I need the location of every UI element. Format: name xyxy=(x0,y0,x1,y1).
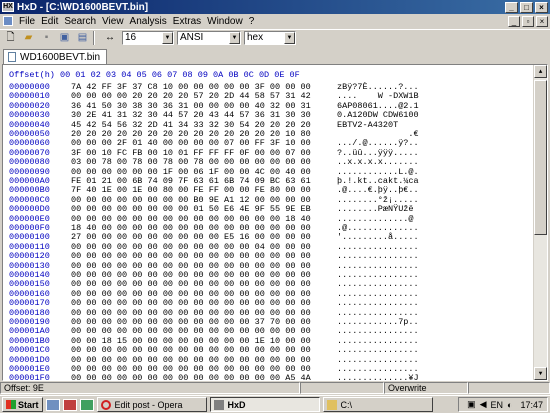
offset-base-value: hex xyxy=(247,32,264,43)
tray-icon[interactable]: ◐ xyxy=(507,400,512,410)
toolbar: 🗋 ▰ ▪ ▣ ▤ ↔ 16 ▼ ANSI ▼ hex ▼ xyxy=(0,29,550,46)
ram-icon[interactable]: ▤ xyxy=(75,31,90,45)
menu-bar: File Edit Search View Analysis Extras Wi… xyxy=(0,14,550,28)
new-file-icon[interactable]: 🗋 xyxy=(3,31,18,45)
scroll-down-icon[interactable]: ▼ xyxy=(534,367,547,380)
row-offset: 000001F0 xyxy=(9,373,50,381)
mdi-controls: _ ▫ × xyxy=(508,15,550,27)
hxd-window: HX HxD - [C:\WD1600BEVT.bin] _ □ × File … xyxy=(0,0,550,395)
document-icon[interactable] xyxy=(3,16,13,26)
system-tray: ▣ ◀ EN ◐ 17:47 xyxy=(458,397,548,412)
menu-edit[interactable]: Edit xyxy=(38,16,61,27)
chevron-down-icon[interactable]: ▼ xyxy=(162,32,173,44)
offset-base-select[interactable]: hex ▼ xyxy=(244,31,296,45)
hex-column-header: Offset(h) 00 01 02 03 04 05 06 07 08 09 … xyxy=(9,70,300,80)
save-icon[interactable]: ▪ xyxy=(39,31,54,45)
file-icon xyxy=(8,52,16,62)
taskbar: Start Edit post - Opera HxD C:\ ▣ ◀ EN ◐… xyxy=(0,395,550,413)
task-label: C:\ xyxy=(340,399,353,410)
chevron-down-icon[interactable]: ▼ xyxy=(229,32,240,44)
windows-flag-icon xyxy=(6,400,16,409)
menu-window[interactable]: Window xyxy=(204,16,246,27)
menu-help[interactable]: ? xyxy=(246,16,258,27)
maximize-button[interactable]: □ xyxy=(520,1,533,13)
close-button[interactable]: × xyxy=(535,1,548,13)
tab-label: WD1600BEVT.bin xyxy=(20,51,101,63)
quicklaunch-icon[interactable] xyxy=(45,398,60,411)
task-label: HxD xyxy=(227,399,246,410)
status-extra xyxy=(468,382,550,394)
save-all-icon[interactable]: ▣ xyxy=(57,31,72,45)
row-ascii-text[interactable]: ..............¥J xyxy=(337,373,419,380)
chevron-down-icon[interactable]: ▼ xyxy=(284,32,295,44)
hex-row[interactable]: 000001F0 00 00 00 00 00 00 00 00 00 00 00… xyxy=(9,373,419,381)
menu-view[interactable]: View xyxy=(99,16,127,27)
task-explorer[interactable]: C:\ xyxy=(322,397,433,412)
mdi-minimize-button[interactable]: _ xyxy=(508,15,520,27)
scroll-up-icon[interactable]: ▲ xyxy=(534,65,547,78)
columns-select[interactable]: 16 ▼ xyxy=(122,31,174,45)
language-indicator[interactable]: EN xyxy=(491,400,504,410)
clock: 17:47 xyxy=(520,399,543,410)
window-title: HxD - [C:\WD1600BEVT.bin] xyxy=(17,1,149,13)
charset-select[interactable]: ANSI ▼ xyxy=(177,31,241,45)
tab-bar: WD1600BEVT.bin xyxy=(0,48,550,64)
toolbar-separator xyxy=(93,31,95,45)
mdi-close-button[interactable]: × xyxy=(536,15,548,27)
quicklaunch-icon[interactable] xyxy=(62,398,77,411)
hxd-icon xyxy=(213,399,224,410)
menu-search[interactable]: Search xyxy=(61,16,99,27)
status-empty xyxy=(300,382,384,394)
task-label: Edit post - Opera xyxy=(114,399,183,410)
charset-value: ANSI xyxy=(180,32,204,43)
columns-icon: ↔ xyxy=(105,32,115,43)
task-hxd[interactable]: HxD xyxy=(209,397,320,412)
opera-icon xyxy=(100,399,111,410)
columns-value: 16 xyxy=(125,32,137,43)
start-button[interactable]: Start xyxy=(2,397,43,412)
hex-editor[interactable]: Offset(h) 00 01 02 03 04 05 06 07 08 09 … xyxy=(2,64,548,381)
scroll-thumb[interactable] xyxy=(534,80,547,235)
mdi-restore-button[interactable]: ▫ xyxy=(522,15,534,27)
start-label: Start xyxy=(18,399,39,410)
menu-analysis[interactable]: Analysis xyxy=(127,16,170,27)
tab-file[interactable]: WD1600BEVT.bin xyxy=(3,49,108,64)
status-mode[interactable]: Overwrite xyxy=(384,382,468,394)
menu-file[interactable]: File xyxy=(16,16,38,27)
vertical-scrollbar[interactable]: ▲ ▼ xyxy=(533,65,547,380)
volume-icon[interactable]: ◀ xyxy=(480,399,487,410)
open-folder-icon[interactable]: ▰ xyxy=(21,31,36,45)
title-bar: HX HxD - [C:\WD1600BEVT.bin] _ □ × xyxy=(0,0,550,14)
row-hex-bytes[interactable]: 00 00 00 00 00 00 00 00 00 00 00 00 00 0… xyxy=(71,373,337,380)
task-opera[interactable]: Edit post - Opera xyxy=(96,397,207,412)
network-icon[interactable]: ▣ xyxy=(467,399,476,410)
status-offset: Offset: 9E xyxy=(0,382,300,394)
folder-icon xyxy=(326,399,337,410)
minimize-button[interactable]: _ xyxy=(505,1,518,13)
quicklaunch-icon[interactable] xyxy=(79,398,94,411)
hxd-app-icon[interactable]: HX xyxy=(2,2,14,12)
menu-extras[interactable]: Extras xyxy=(170,16,204,27)
status-bar: Offset: 9E Overwrite xyxy=(0,382,550,394)
